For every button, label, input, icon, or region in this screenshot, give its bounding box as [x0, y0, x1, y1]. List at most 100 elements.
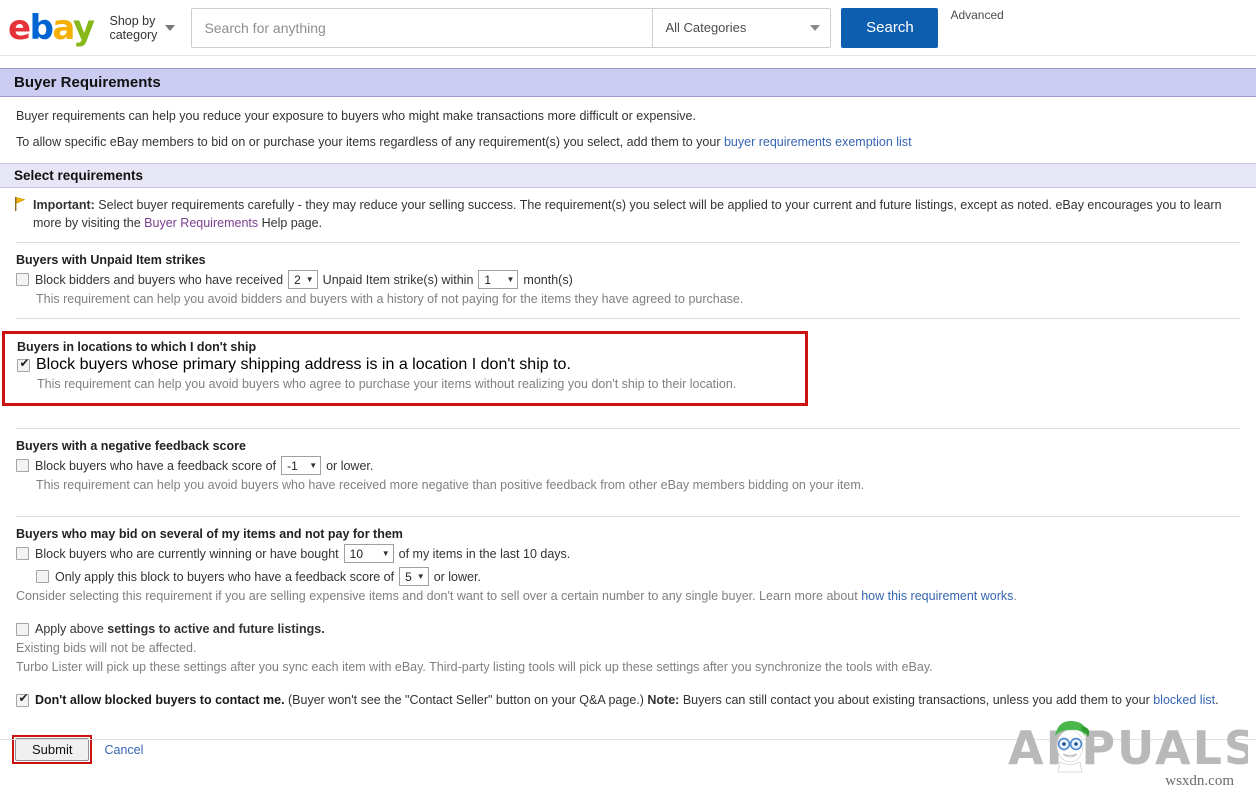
select-requirements-title: Select requirements: [0, 163, 1256, 188]
submit-button[interactable]: Submit: [15, 738, 89, 761]
negative-feedback-label-2: or lower.: [326, 457, 373, 475]
no-ship-checkbox[interactable]: [17, 359, 30, 372]
unpaid-strikes-checkbox[interactable]: [16, 273, 29, 286]
main-content: Buyer Requirements Buyer requirements ca…: [0, 68, 1256, 764]
search-button[interactable]: Search: [841, 8, 938, 48]
multi-bid-checkbox[interactable]: [16, 547, 29, 560]
section-apply-settings: Apply above settings to active and futur…: [0, 605, 1256, 676]
important-label: Important:: [33, 198, 95, 212]
block-contact-label-1: (Buyer won't see the "Contact Seller" bu…: [285, 693, 648, 707]
blocked-list-link[interactable]: blocked list: [1153, 693, 1215, 707]
unpaid-strikes-label-1: Block bidders and buyers who have receiv…: [35, 271, 283, 289]
important-note: Important: Select buyer requirements car…: [0, 188, 1256, 232]
section-no-ship-locations-highlight: Buyers in locations to which I don't shi…: [2, 331, 808, 406]
negative-feedback-score-value: -1: [287, 457, 298, 475]
logo-letter-y: y: [73, 8, 94, 48]
section-title-no-ship-locations: Buyers in locations to which I don't shi…: [17, 340, 793, 354]
apply-settings-label: Apply above settings to active and futur…: [35, 620, 325, 638]
watermark-site-text: wsxdn.com: [1165, 773, 1234, 790]
apply-settings-note-1: Existing bids will not be affected.: [16, 640, 1240, 657]
section-title-negative-feedback: Buyers with a negative feedback score: [16, 439, 1240, 453]
block-contact-label-3: .: [1215, 693, 1218, 707]
chevron-down-icon: ▼: [507, 276, 515, 284]
chevron-down-icon: ▼: [382, 550, 390, 558]
multi-bid-note: Consider selecting this requirement if y…: [16, 588, 1240, 605]
divider: [0, 739, 1256, 740]
multi-bid-label-1: Block buyers who are currently winning o…: [35, 545, 339, 563]
unpaid-strikes-count-value: 2: [294, 271, 301, 289]
cancel-link[interactable]: Cancel: [104, 743, 143, 757]
chevron-down-icon: [810, 25, 820, 31]
multi-bid-items-select[interactable]: 10 ▼: [344, 544, 394, 563]
intro-line-2-text: To allow specific eBay members to bid on…: [16, 135, 724, 149]
page-root: ebay Shop by category All Categories Sea…: [0, 0, 1256, 806]
divider: [16, 318, 1240, 319]
unpaid-strikes-label-3: month(s): [523, 271, 572, 289]
apply-settings-option-row: Apply above settings to active and futur…: [16, 620, 1240, 638]
flag-icon: [14, 197, 28, 232]
apply-settings-label-2: to active and future listings.: [155, 622, 324, 636]
negative-feedback-label-1: Block buyers who have a feedback score o…: [35, 457, 276, 475]
apply-settings-label-1: Apply above: [35, 622, 107, 636]
chevron-down-icon: ▼: [309, 462, 317, 470]
important-note-text: Important: Select buyer requirements car…: [33, 196, 1240, 232]
search-input[interactable]: [191, 8, 653, 48]
exemption-list-link[interactable]: buyer requirements exemption list: [724, 135, 912, 149]
ebay-logo[interactable]: ebay: [8, 11, 99, 45]
multi-bid-sub-checkbox[interactable]: [36, 570, 49, 583]
unpaid-strikes-option-row: Block bidders and buyers who have receiv…: [16, 270, 1240, 289]
block-contact-label-2: Buyers can still contact you about exist…: [679, 693, 1153, 707]
section-title-unpaid-strikes: Buyers with Unpaid Item strikes: [16, 253, 1240, 267]
apply-settings-label-bold: settings: [107, 622, 155, 636]
chevron-down-icon: [165, 25, 175, 31]
shop-by-category-label: Shop by category: [109, 14, 157, 42]
chevron-down-icon: ▼: [306, 276, 314, 284]
block-contact-label-bold: Don't allow blocked buyers to contact me…: [35, 693, 285, 707]
important-body-2: Help page.: [258, 216, 322, 230]
no-ship-label: Block buyers whose primary shipping addr…: [36, 356, 571, 374]
intro-block: Buyer requirements can help you reduce y…: [0, 109, 1256, 149]
multi-bid-sub-score-value: 5: [405, 568, 412, 586]
apply-settings-checkbox[interactable]: [16, 623, 29, 636]
multi-bid-sub-label-2: or lower.: [434, 568, 481, 586]
logo-letter-b: b: [30, 8, 53, 48]
how-this-requirement-works-link[interactable]: how this requirement works: [861, 589, 1013, 603]
intro-line-1: Buyer requirements can help you reduce y…: [16, 109, 1240, 123]
section-block-contact: Don't allow blocked buyers to contact me…: [0, 676, 1256, 709]
negative-feedback-help: This requirement can help you avoid buye…: [16, 477, 1240, 494]
negative-feedback-option-row: Block buyers who have a feedback score o…: [16, 456, 1240, 475]
category-select[interactable]: All Categories: [653, 8, 831, 48]
unpaid-strikes-months-select[interactable]: 1▼: [478, 270, 518, 289]
multi-bid-items-value: 10: [350, 545, 363, 563]
block-contact-checkbox[interactable]: [16, 694, 29, 707]
multi-bid-label-2: of my items in the last 10 days.: [399, 545, 571, 563]
unpaid-strikes-count-select[interactable]: 2▼: [288, 270, 318, 289]
section-multi-bid: Buyers who may bid on several of my item…: [0, 517, 1256, 605]
multi-bid-note-prefix: Consider selecting this requirement if y…: [16, 589, 861, 603]
page-title: Buyer Requirements: [0, 68, 1256, 97]
no-ship-help: This requirement can help you avoid buye…: [17, 376, 793, 393]
unpaid-strikes-label-2: Unpaid Item strike(s) within: [323, 271, 474, 289]
advanced-search-link[interactable]: Advanced: [950, 8, 1003, 48]
search-bar: All Categories Search Advanced: [191, 8, 1091, 48]
section-unpaid-strikes: Buyers with Unpaid Item strikes Block bi…: [0, 243, 1256, 308]
logo-letter-e: e: [8, 8, 30, 48]
multi-bid-sub-label-1: Only apply this block to buyers who have…: [55, 568, 394, 586]
footer-actions: Submit Cancel: [0, 723, 1256, 764]
apply-settings-note-2: Turbo Lister will pick up these settings…: [16, 659, 1240, 676]
shop-by-category-button[interactable]: Shop by category: [109, 14, 175, 42]
intro-line-2: To allow specific eBay members to bid on…: [16, 135, 1240, 149]
multi-bid-sub-option-row: Only apply this block to buyers who have…: [16, 567, 1240, 586]
section-negative-feedback: Buyers with a negative feedback score Bl…: [0, 429, 1256, 494]
block-contact-note-bold: Note:: [647, 693, 679, 707]
multi-bid-sub-score-select[interactable]: 5▼: [399, 567, 429, 586]
unpaid-strikes-help: This requirement can help you avoid bidd…: [16, 291, 1240, 308]
ebay-global-header: ebay Shop by category All Categories Sea…: [0, 0, 1256, 56]
no-ship-option-row: Block buyers whose primary shipping addr…: [17, 356, 793, 374]
negative-feedback-checkbox[interactable]: [16, 459, 29, 472]
negative-feedback-score-select[interactable]: -1 ▼: [281, 456, 321, 475]
category-select-value: All Categories: [665, 20, 746, 35]
logo-letter-a: a: [52, 8, 72, 48]
buyer-requirements-help-link[interactable]: Buyer Requirements: [144, 216, 258, 230]
section-title-multi-bid: Buyers who may bid on several of my item…: [16, 527, 1240, 541]
